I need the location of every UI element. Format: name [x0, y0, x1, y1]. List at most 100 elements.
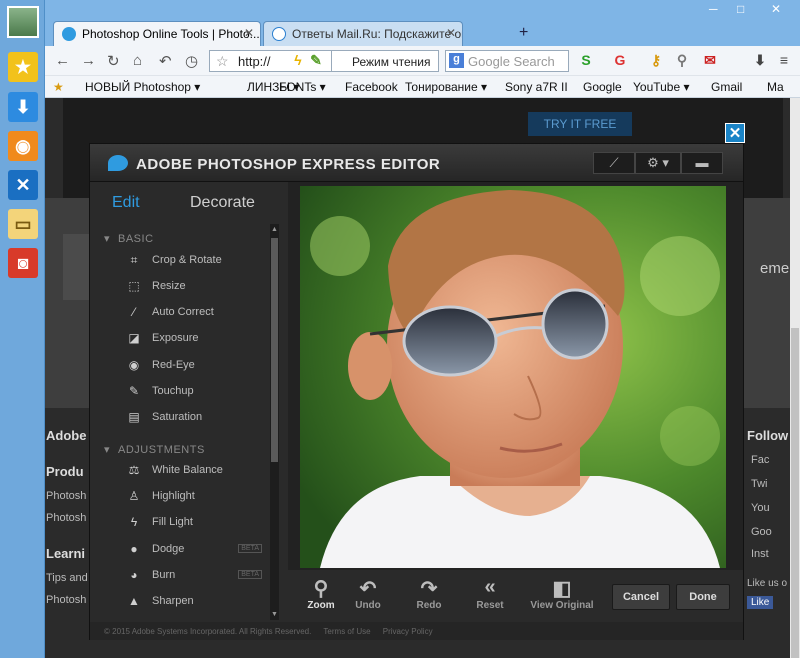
footer-link[interactable]: Twi	[751, 478, 768, 490]
bookmark-item[interactable]: Google	[583, 80, 622, 94]
tool-label: Exposure	[152, 332, 199, 344]
tool-fill-light[interactable]: ϟ Fill Light	[126, 514, 266, 532]
facebook-like-button[interactable]: Like	[747, 596, 774, 609]
avatar[interactable]	[7, 6, 39, 38]
undo-button[interactable]: ↶ Undo	[343, 576, 393, 611]
footer-link[interactable]: Photosh	[46, 594, 86, 606]
history-icon[interactable]: ◷	[185, 52, 198, 70]
undo-close-icon[interactable]: ↶	[159, 52, 172, 70]
new-tab-button[interactable]: +	[519, 24, 528, 42]
tool-white-balance[interactable]: ⚖ White Balance	[126, 462, 266, 480]
zoom-button[interactable]: ⚲ Zoom	[296, 576, 346, 611]
tool-saturation[interactable]: ▤ Saturation	[126, 409, 266, 427]
redo-button[interactable]: ↷ Redo	[404, 576, 454, 611]
key-icon[interactable]: ⚷	[647, 52, 665, 70]
section-adjustments[interactable]: ADJUSTMENTS	[104, 443, 205, 456]
rss-icon[interactable]: ◉	[8, 131, 38, 161]
pin-icon[interactable]: ✎	[307, 52, 325, 70]
google-icon[interactable]: G	[611, 52, 629, 70]
bookmark-item[interactable]: Gmail	[711, 80, 742, 94]
overlay-close-button[interactable]: ✕	[725, 123, 745, 143]
footer-link[interactable]: Fac	[751, 454, 769, 466]
footer-link[interactable]: Tips and	[46, 572, 88, 584]
maximize-button[interactable]: □	[737, 2, 744, 16]
footer-link[interactable]: You	[751, 502, 770, 514]
tool-highlight[interactable]: ♙ Highlight	[126, 488, 266, 506]
zoom-icon: ⚲	[313, 578, 329, 600]
back-icon[interactable]: ←	[55, 52, 70, 69]
gamepad-icon[interactable]: ◙	[8, 248, 38, 278]
read-mode-button[interactable]: Режим чтения	[331, 50, 439, 72]
scroll-up-icon[interactable]: ▲	[270, 226, 279, 233]
bookmark-item[interactable]: FONTs ▾	[279, 80, 326, 94]
try-free-button[interactable]: TRY IT FREE	[528, 112, 632, 136]
tab-edit[interactable]: Edit	[112, 194, 140, 212]
star-icon[interactable]: ★	[8, 52, 38, 82]
tool-exposure[interactable]: ◪ Exposure	[126, 330, 266, 348]
tab-decorate[interactable]: Decorate	[190, 194, 255, 212]
scroll-down-icon[interactable]: ▼	[270, 611, 279, 618]
bookmark-item[interactable]: Ma	[767, 80, 784, 94]
download-icon[interactable]: ⬇	[751, 52, 769, 70]
privacy-link[interactable]: Privacy Policy	[383, 627, 433, 636]
search-input[interactable]: g Google Search	[445, 50, 569, 72]
window-close-button[interactable]: ✕	[771, 2, 781, 16]
footer-link[interactable]: Photosh	[46, 512, 86, 524]
gear-icon[interactable]: ⚙ ▾	[635, 152, 681, 174]
tool-burn[interactable]: ◕ Burn BETA	[126, 567, 266, 585]
bookmark-item[interactable]: Тонирование ▾	[405, 80, 487, 94]
mail-icon[interactable]: ✉	[701, 52, 719, 70]
editor-title: ADOBE PHOTOSHOP EXPRESS EDITOR	[136, 156, 441, 173]
tab-mailru[interactable]: Ответы Mail.Ru: Подскажите он... ✕	[263, 21, 463, 46]
menu-icon[interactable]: ≡	[775, 52, 793, 70]
sync-icon[interactable]: S	[577, 52, 595, 70]
bookmark-item[interactable]: Facebook	[345, 80, 398, 94]
brush-icon[interactable]: ⟋	[593, 152, 635, 174]
download-icon[interactable]: ⬇	[8, 92, 38, 122]
section-basic[interactable]: BASIC	[104, 232, 154, 245]
bookmark-item[interactable]: НОВЫЙ Photoshop ▾	[85, 80, 200, 94]
reset-button[interactable]: « Reset	[465, 576, 515, 611]
panel-scrollbar[interactable]: ▲ ▼	[270, 224, 279, 620]
bookmark-star-icon[interactable]: ☆	[216, 53, 229, 70]
window-icon[interactable]: ▭	[8, 209, 38, 239]
view-original-button[interactable]: ◧ View Original	[526, 576, 598, 611]
bookmark-item[interactable]: YouTube ▾	[633, 80, 690, 94]
edit-panel: Edit Decorate BASIC ⌗ Crop & Rotate ⬚ Re…	[90, 182, 282, 622]
photo-preview[interactable]	[300, 186, 726, 568]
tool-resize[interactable]: ⬚ Resize	[126, 278, 266, 296]
scrollbar-thumb[interactable]	[791, 328, 799, 658]
footer-link[interactable]: Goo	[751, 526, 772, 538]
tools-icon[interactable]: ✕	[8, 170, 38, 200]
forward-icon[interactable]: →	[81, 52, 96, 69]
footer-link[interactable]: Photosh	[46, 490, 86, 502]
page-scrollbar[interactable]	[790, 98, 800, 658]
reload-icon[interactable]: ↻	[107, 52, 120, 70]
tool-auto-correct[interactable]: ⁄ Auto Correct	[126, 304, 266, 322]
close-icon[interactable]: ✕	[446, 26, 456, 40]
footer-text: Adobe	[46, 428, 87, 443]
extension-icon[interactable]: ⚲	[673, 52, 691, 70]
fullscreen-icon[interactable]: ▬	[681, 152, 723, 174]
bookmarks-bar: ★ НОВЫЙ Photoshop ▾ ЛИНЗЫ ▾ FONTs ▾ Face…	[45, 76, 800, 98]
tool-sharpen[interactable]: ▲ Sharpen	[126, 593, 266, 611]
home-icon[interactable]: ⌂	[133, 52, 142, 69]
tool-crop-rotate[interactable]: ⌗ Crop & Rotate	[126, 252, 266, 270]
tool-dodge[interactable]: ● Dodge BETA	[126, 541, 266, 559]
bookmark-item[interactable]: Sony a7R II	[505, 80, 568, 94]
footer-link[interactable]: Inst	[751, 548, 769, 560]
lightning-icon[interactable]: ϟ	[289, 52, 307, 70]
cancel-button[interactable]: Cancel	[612, 584, 670, 610]
scrollbar-thumb[interactable]	[271, 238, 278, 462]
scale-icon: ⚖	[128, 463, 140, 477]
close-icon[interactable]: ✕	[244, 26, 254, 40]
terms-link[interactable]: Terms of Use	[323, 627, 370, 636]
tool-touchup[interactable]: ✎ Touchup	[126, 383, 266, 401]
minimize-button[interactable]: ─	[709, 2, 718, 16]
tab-photoshop[interactable]: Photoshop Online Tools | Photo... ✕	[53, 21, 261, 46]
reset-icon: «	[484, 576, 496, 598]
done-button[interactable]: Done	[676, 584, 730, 610]
tool-label: Dodge	[152, 543, 185, 555]
tool-red-eye[interactable]: ◉ Red-Eye	[126, 357, 266, 375]
photoshop-favicon-icon	[62, 27, 76, 41]
